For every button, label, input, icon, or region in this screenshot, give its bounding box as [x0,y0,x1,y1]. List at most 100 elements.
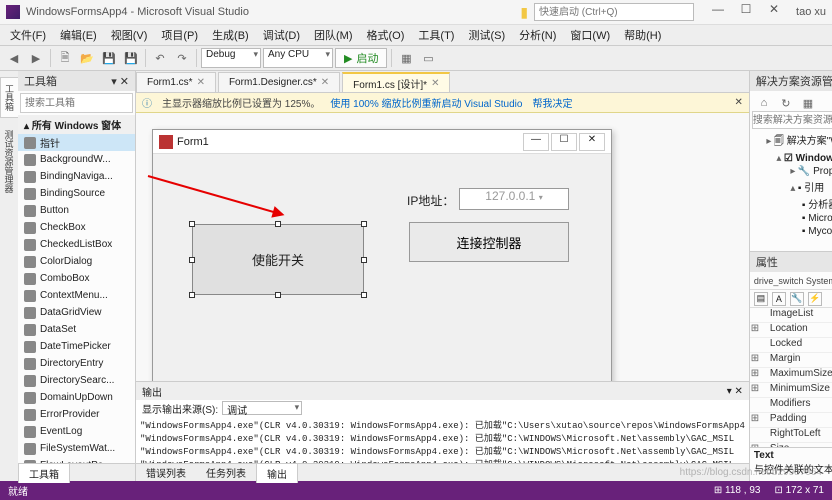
minimize-button[interactable]: — [704,2,732,22]
save-icon[interactable]: 💾 [99,48,119,68]
bottom-tab[interactable]: 任务列表 [196,463,256,482]
property-row[interactable]: ⊞MaximumSize0, 0 [750,368,832,383]
toolbox-item[interactable]: 指针 [18,134,135,151]
left-tab-toolbox[interactable]: 工具箱 [0,77,18,118]
toolbox-item[interactable]: CheckBox [18,219,135,236]
toolbox-item[interactable]: DataSet [18,321,135,338]
toolbox-bottom-tab[interactable]: 工具箱 [18,463,70,483]
document-tab[interactable]: Form1.Designer.cs*✕ [218,72,340,92]
menu-item[interactable]: 视图(V) [105,25,154,45]
quick-launch-input[interactable] [534,3,694,21]
bottom-tab[interactable]: 输出 [256,463,298,483]
menu-item[interactable]: 测试(S) [462,25,511,45]
toolbox-search-input[interactable] [20,93,133,113]
toolbox-item[interactable]: ComboBox [18,270,135,287]
menu-item[interactable]: 帮助(H) [618,25,667,45]
toolbox-item[interactable]: ErrorProvider [18,406,135,423]
menu-item[interactable]: 格式(O) [361,25,411,45]
toolbox-item[interactable]: DirectorySearc... [18,372,135,389]
props-cat-icon[interactable]: ▤ [754,292,768,306]
sol-showall-icon[interactable]: ▦ [798,93,818,113]
property-row[interactable]: ⊞MinimumSize0, 0 [750,383,832,398]
property-row[interactable]: ImageList(无) [750,308,832,323]
sol-refresh-icon[interactable]: ↻ [776,93,796,113]
output-close-icon[interactable]: ▾ ✕ [727,386,743,397]
property-row[interactable]: ⊞Padding0, 0, 0, 0 [750,413,832,428]
menu-item[interactable]: 工具(T) [412,25,460,45]
saveall-icon[interactable]: 💾 [121,48,141,68]
menu-item[interactable]: 文件(F) [4,25,52,45]
menu-item[interactable]: 团队(M) [308,25,359,45]
toolbox-item[interactable]: BindingNaviga... [18,168,135,185]
group-icon[interactable]: ▭ [418,48,438,68]
toolbox-item[interactable]: DirectoryEntry [18,355,135,372]
menu-item[interactable]: 调试(D) [257,25,306,45]
form-window[interactable]: Form1 — ☐ ✕ 使能开关 IP地址： 127.0.0.1 ▾ 连接控制器 [152,129,612,381]
connect-button[interactable]: 连接控制器 [409,222,569,262]
menu-item[interactable]: 项目(P) [155,25,204,45]
toolbox-item[interactable]: Button [18,202,135,219]
nav-fwd-icon[interactable]: ▶ [26,48,46,68]
form-designer[interactable]: Form1 — ☐ ✕ 使能开关 IP地址： 127.0.0.1 ▾ 连接控制器 [136,113,749,381]
config-combo[interactable]: Debug [201,48,261,68]
property-row[interactable]: LockedFalse [750,338,832,353]
properties-grid[interactable]: ImageList(无)⊞Location118, 93LockedFalse⊞… [750,308,832,447]
left-tab-test[interactable]: 测试资源管理器 [1,124,18,199]
redo-icon[interactable]: ↷ [172,48,192,68]
toolbox-item[interactable]: CheckedListBox [18,236,135,253]
align-icon[interactable]: ▦ [396,48,416,68]
toolbox-panel: 工具箱▾ ✕ ▴ 所有 Windows 窗体 指针BackgroundW...B… [18,71,136,481]
props-object[interactable]: drive_switch System.Windows.Forms.L [750,272,832,290]
close-button[interactable]: ✕ [760,2,788,22]
property-row[interactable]: RightToLeftNo [750,428,832,443]
nav-back-icon[interactable]: ◀ [4,48,24,68]
bottom-tab[interactable]: 错误列表 [136,463,196,482]
tab-close-icon[interactable]: ✕ [197,77,205,88]
open-icon[interactable]: 📂 [77,48,97,68]
toolbox-item[interactable]: DomainUpDown [18,389,135,406]
form-close-icon: ✕ [579,133,605,151]
start-debug-button[interactable]: ▶ 启动 [335,48,387,68]
toolbox-item[interactable]: BindingSource [18,185,135,202]
new-icon[interactable]: 🗎 [55,48,75,68]
info-close-icon[interactable]: ✕ [735,97,743,108]
props-event-icon[interactable]: ⚡ [808,292,822,306]
solution-tree[interactable]: ▸🗐 解决方案"WindowsFormsApp4"(1 ▴☑ WindowsFo… [750,131,832,251]
property-row[interactable]: ModifiersPrivate [750,398,832,413]
toolbox-category[interactable]: ▴ 所有 Windows 窗体 [18,115,135,134]
undo-icon[interactable]: ↶ [150,48,170,68]
pin-icon[interactable]: ▾ ✕ [111,75,129,88]
menu-item[interactable]: 生成(B) [206,25,255,45]
document-tab[interactable]: Form1.cs [设计]*✕ [342,72,450,92]
ip-label[interactable]: IP地址： [407,192,454,209]
property-row[interactable]: ⊞Location118, 93 [750,323,832,338]
info-bar: ⓘ 主显示器缩放比例已设置为 125%。 使用 100% 缩放比例重新启动 Vi… [136,93,749,113]
maximize-button[interactable]: ☐ [732,2,760,22]
toolbox-item[interactable]: FileSystemWat... [18,440,135,457]
selected-control-drive-switch[interactable]: 使能开关 [192,224,364,295]
menu-item[interactable]: 编辑(E) [54,25,103,45]
toolbox-item[interactable]: ContextMenu... [18,287,135,304]
tab-close-icon[interactable]: ✕ [321,77,329,88]
props-az-icon[interactable]: A [772,292,786,306]
info-link-help[interactable]: 帮我决定 [532,95,572,110]
solution-search-input[interactable] [752,111,832,129]
sol-home-icon[interactable]: ⌂ [754,93,774,113]
property-row[interactable]: ⊞Margin3, 3, 3, 3 [750,353,832,368]
platform-combo[interactable]: Any CPU [263,48,333,68]
toolbox-item[interactable]: EventLog [18,423,135,440]
document-tab[interactable]: Form1.cs*✕ [136,72,216,92]
toolbox-item[interactable]: DateTimePicker [18,338,135,355]
toolbox-item[interactable]: BackgroundW... [18,151,135,168]
notify-icon[interactable]: ▮ [520,4,528,21]
output-text[interactable]: "WindowsFormsApp4.exe"(CLR v4.0.30319: W… [136,416,749,463]
toolbox-item[interactable]: ColorDialog [18,253,135,270]
toolbox-item[interactable]: DataGridView [18,304,135,321]
menu-item[interactable]: 窗口(W) [564,25,616,45]
props-prop-icon[interactable]: 🔧 [790,292,804,306]
tab-close-icon[interactable]: ✕ [431,78,439,89]
info-link-restart[interactable]: 使用 100% 缩放比例重新启动 Visual Studio [330,95,522,110]
output-source-combo[interactable]: 调试 [222,401,302,415]
ip-input[interactable]: 127.0.0.1 ▾ [459,188,569,210]
menu-item[interactable]: 分析(N) [513,25,562,45]
